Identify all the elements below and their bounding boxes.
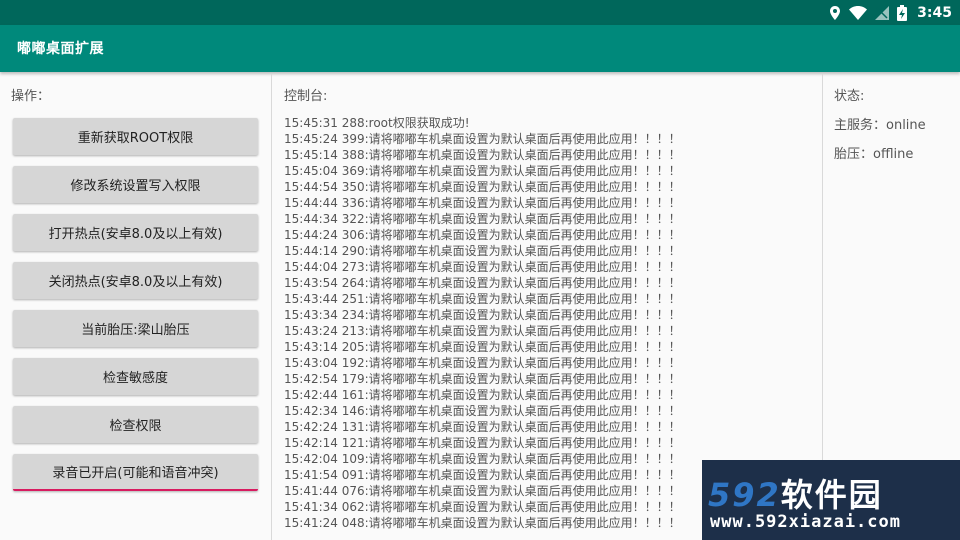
console-log-line: 15:43:54 264:请将嘟嘟车机桌面设置为默认桌面后再使用此应用！！！！ <box>284 276 681 290</box>
status-icons: 3:45 <box>829 0 952 25</box>
operations-label: 操作： <box>11 89 51 104</box>
wifi-icon <box>849 5 868 20</box>
console-log-line: 15:45:04 369:请将嘟嘟车机桌面设置为默认桌面后再使用此应用！！！！ <box>284 164 681 178</box>
console-log-line: 15:42:24 131:请将嘟嘟车机桌面设置为默认桌面后再使用此应用！！！！ <box>284 420 681 434</box>
location-icon <box>830 5 841 20</box>
console-log-line: 15:42:14 121:请将嘟嘟车机桌面设置为默认桌面后再使用此应用！！！！ <box>284 436 681 450</box>
console-log-line: 15:42:44 161:请将嘟嘟车机桌面设置为默认桌面后再使用此应用！！！！ <box>284 388 681 402</box>
console-log-line: 15:44:04 273:请将嘟嘟车机桌面设置为默认桌面后再使用此应用！！！！ <box>284 260 681 274</box>
watermark-text: 软件园 <box>780 476 883 514</box>
status-label: 状态: <box>834 89 865 104</box>
console-log-line: 15:43:14 205:请将嘟嘟车机桌面设置为默认桌面后再使用此应用！！！！ <box>284 340 681 354</box>
console-log-line: 15:44:54 350:请将嘟嘟车机桌面设置为默认桌面后再使用此应用！！！！ <box>284 180 681 194</box>
watermark-url: www.592xiazai.com <box>710 512 901 532</box>
console-log-line: 15:45:31 288:root权限获取成功! <box>284 116 470 130</box>
console-log-line: 15:42:54 179:请将嘟嘟车机桌面设置为默认桌面后再使用此应用！！！！ <box>284 372 681 386</box>
status-bar: 3:45 <box>0 0 960 25</box>
status-clock: 3:45 <box>917 4 952 21</box>
reacquire-root-button[interactable]: 重新获取ROOT权限 <box>13 118 258 155</box>
console-log-line: 15:42:34 146:请将嘟嘟车机桌面设置为默认桌面后再使用此应用！！！！ <box>284 404 681 418</box>
main-service-status: 主服务：online <box>834 118 926 133</box>
watermark-digits: 592 <box>708 476 781 514</box>
console-log-line: 15:44:24 306:请将嘟嘟车机桌面设置为默认桌面后再使用此应用！！！！ <box>284 228 681 242</box>
console-log-line: 15:45:24 399:请将嘟嘟车机桌面设置为默认桌面后再使用此应用！！！！ <box>284 132 681 146</box>
watermark-logo: 592软件园 www.592xiazai.com <box>702 460 960 540</box>
tire-pressure-status: 胎压：offline <box>834 147 914 162</box>
divider-left <box>271 74 272 540</box>
signal-icon <box>875 5 890 20</box>
operations-panel: 操作： 重新获取ROOT权限 修改系统设置写入权限 打开热点(安卓8.0及以上有… <box>0 74 270 540</box>
console-log-line: 15:44:14 290:请将嘟嘟车机桌面设置为默认桌面后再使用此应用！！！！ <box>284 244 681 258</box>
battery-charging-icon <box>897 4 908 21</box>
tire-pressure-button[interactable]: 当前胎压:梁山胎压 <box>13 310 258 347</box>
console-log-line: 15:44:34 322:请将嘟嘟车机桌面设置为默认桌面后再使用此应用！！！！ <box>284 212 681 226</box>
modify-system-settings-button[interactable]: 修改系统设置写入权限 <box>13 166 258 203</box>
console-log-line: 15:43:44 251:请将嘟嘟车机桌面设置为默认桌面后再使用此应用！！！！ <box>284 292 681 306</box>
check-sensitivity-button[interactable]: 检查敏感度 <box>13 358 258 395</box>
app-title: 嘟嘟桌面扩展 <box>17 41 104 57</box>
console-log-line: 15:45:14 388:请将嘟嘟车机桌面设置为默认桌面后再使用此应用！！！！ <box>284 148 681 162</box>
app-bar: 嘟嘟桌面扩展 <box>0 25 960 72</box>
close-hotspot-button[interactable]: 关闭热点(安卓8.0及以上有效) <box>13 262 258 299</box>
recording-toggle-button[interactable]: 录音已开启(可能和语音冲突) <box>13 454 258 491</box>
console-label: 控制台: <box>284 89 328 104</box>
check-permissions-button[interactable]: 检查权限 <box>13 406 258 443</box>
open-hotspot-button[interactable]: 打开热点(安卓8.0及以上有效) <box>13 214 258 251</box>
watermark-title: 592软件园 <box>708 470 883 516</box>
console-log-line: 15:44:44 336:请将嘟嘟车机桌面设置为默认桌面后再使用此应用！！！！ <box>284 196 681 210</box>
console-log-line: 15:43:04 192:请将嘟嘟车机桌面设置为默认桌面后再使用此应用！！！！ <box>284 356 681 370</box>
console-log-line: 15:43:34 234:请将嘟嘟车机桌面设置为默认桌面后再使用此应用！！！！ <box>284 308 681 322</box>
console-log-line: 15:43:24 213:请将嘟嘟车机桌面设置为默认桌面后再使用此应用！！！！ <box>284 324 681 338</box>
